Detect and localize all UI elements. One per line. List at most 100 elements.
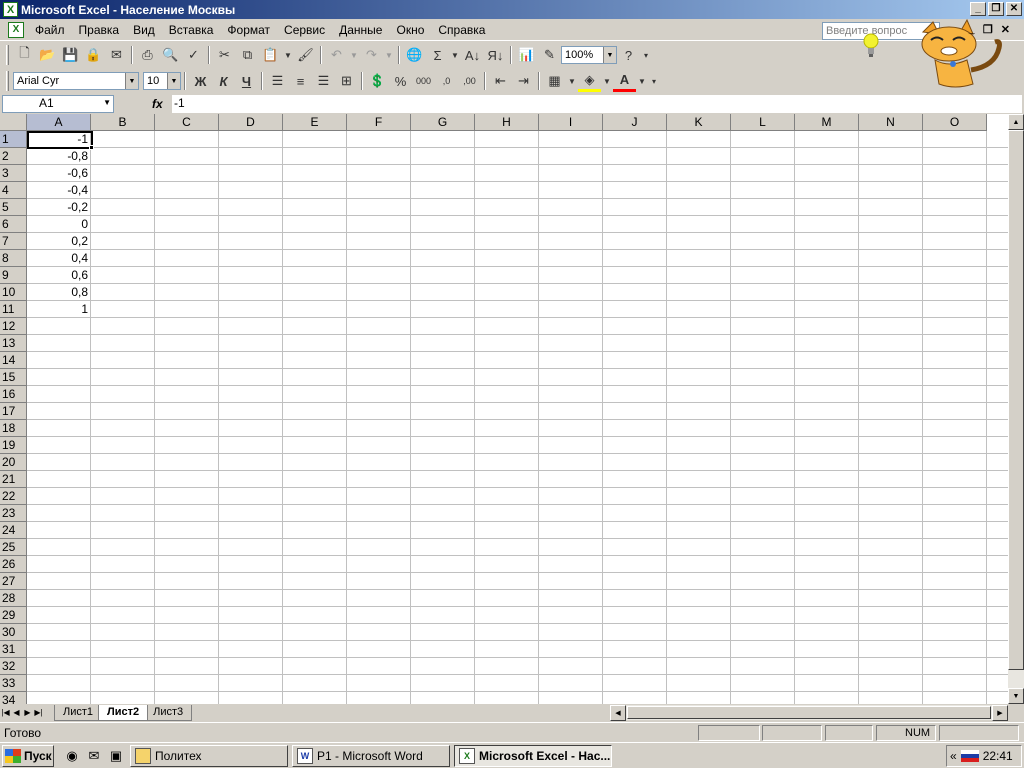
font-size-select[interactable]: 10 ▼ — [143, 72, 181, 90]
last-sheet-icon[interactable]: ▶| — [33, 708, 44, 717]
insert-function-icon[interactable]: fx — [152, 97, 172, 111]
doc-minimize-button[interactable]: _ — [969, 23, 975, 36]
align-right-icon[interactable]: ☰ — [312, 70, 335, 92]
menu-format[interactable]: Формат — [220, 20, 277, 40]
column-header[interactable]: L — [731, 114, 795, 131]
paste-icon[interactable]: 📋 — [259, 44, 282, 66]
row-header[interactable]: 13 — [0, 335, 27, 352]
row-header[interactable]: 34 — [0, 692, 27, 704]
fill-color-dropdown-icon[interactable]: ▼ — [601, 70, 613, 92]
row-header[interactable]: 20 — [0, 454, 27, 471]
borders-dropdown-icon[interactable]: ▼ — [566, 70, 578, 92]
taskbar-window-excel[interactable]: X Microsoft Excel - Нас... — [454, 744, 612, 767]
open-icon[interactable]: 📂 — [36, 44, 59, 66]
currency-icon[interactable]: 💲 — [366, 70, 389, 92]
zoom-select[interactable]: 100% ▼ — [561, 46, 617, 64]
row-header[interactable]: 17 — [0, 403, 27, 420]
row-header[interactable]: 27 — [0, 573, 27, 590]
align-left-icon[interactable]: ☰ — [266, 70, 289, 92]
new-icon[interactable]: 🗋 — [13, 44, 36, 66]
hyperlink-icon[interactable]: 🌐 — [403, 44, 426, 66]
cell-a7[interactable]: 0,2 — [28, 233, 91, 249]
taskbar-window-folder[interactable]: Политех — [130, 744, 288, 767]
italic-button[interactable]: К — [212, 70, 235, 92]
doc-close-button[interactable]: ✕ — [1001, 23, 1010, 36]
merge-center-icon[interactable]: ⊞ — [335, 70, 358, 92]
row-header[interactable]: 26 — [0, 556, 27, 573]
increase-indent-icon[interactable]: ⇥ — [512, 70, 535, 92]
menu-data[interactable]: Данные — [332, 20, 389, 40]
print-preview-icon[interactable]: 🔍 — [159, 44, 182, 66]
column-header[interactable]: D — [219, 114, 283, 131]
print-icon[interactable]: ⎙ — [136, 44, 159, 66]
row-header[interactable]: 25 — [0, 539, 27, 556]
menu-file[interactable]: Файл — [28, 20, 72, 40]
column-header[interactable]: F — [347, 114, 411, 131]
chart-wizard-icon[interactable]: 📊 — [515, 44, 538, 66]
autosum-icon[interactable]: Σ — [426, 44, 449, 66]
row-header[interactable]: 6 — [0, 216, 27, 233]
language-flag-icon[interactable] — [960, 750, 979, 762]
row-header[interactable]: 28 — [0, 590, 27, 607]
column-header[interactable]: N — [859, 114, 923, 131]
desktop-icon[interactable]: ▣ — [106, 746, 126, 766]
scroll-right-icon[interactable]: ▶ — [992, 705, 1008, 721]
row-header[interactable]: 32 — [0, 658, 27, 675]
row-header[interactable]: 33 — [0, 675, 27, 692]
prev-sheet-icon[interactable]: ◀ — [11, 708, 22, 717]
font-color-dropdown-icon[interactable]: ▼ — [636, 70, 648, 92]
cell-a11[interactable]: 1 — [28, 301, 91, 317]
cell-a3[interactable]: -0,6 — [28, 165, 91, 181]
workbook-icon[interactable]: X — [8, 21, 24, 38]
column-header[interactable]: K — [667, 114, 731, 131]
column-header[interactable]: A — [27, 114, 91, 131]
thousands-separator-button[interactable]: 000 — [412, 70, 435, 92]
decrease-decimal-button[interactable]: ,00 — [458, 70, 481, 92]
chevron-down-icon[interactable]: ▼ — [167, 73, 180, 89]
row-header[interactable]: 23 — [0, 505, 27, 522]
cell-a2[interactable]: -0,8 — [28, 148, 91, 164]
row-header[interactable]: 21 — [0, 471, 27, 488]
column-header[interactable]: M — [795, 114, 859, 131]
row-header[interactable]: 31 — [0, 641, 27, 658]
column-header[interactable]: J — [603, 114, 667, 131]
active-cell-border[interactable] — [27, 131, 93, 149]
browser-icon[interactable]: ◉ — [62, 746, 82, 766]
menu-help[interactable]: Справка — [431, 20, 492, 40]
formula-input[interactable]: -1 — [172, 95, 1022, 113]
autosum-dropdown-icon[interactable]: ▼ — [449, 44, 461, 66]
cell-a4[interactable]: -0,4 — [28, 182, 91, 198]
copy-icon[interactable]: ⧉ — [236, 44, 259, 66]
cell-a5[interactable]: -0,2 — [28, 199, 91, 215]
cell-a6[interactable]: 0 — [28, 216, 91, 232]
percent-button[interactable]: % — [389, 70, 412, 92]
underline-button[interactable]: Ч — [235, 70, 258, 92]
decrease-indent-icon[interactable]: ⇤ — [489, 70, 512, 92]
row-header[interactable]: 9 — [0, 267, 27, 284]
vertical-scrollbar[interactable]: ▲ ▼ — [1008, 114, 1024, 704]
column-header[interactable]: G — [411, 114, 475, 131]
row-header[interactable]: 11 — [0, 301, 27, 318]
vertical-scroll-thumb[interactable] — [1008, 130, 1024, 670]
bold-button[interactable]: Ж — [189, 70, 212, 92]
sort-ascending-icon[interactable]: A↓ — [461, 44, 484, 66]
toolbar-options-icon[interactable]: ▾ — [640, 44, 652, 66]
column-header[interactable]: B — [91, 114, 155, 131]
font-color-icon[interactable]: A — [613, 70, 636, 92]
borders-icon[interactable]: ▦ — [543, 70, 566, 92]
scroll-left-icon[interactable]: ◀ — [610, 705, 626, 721]
save-icon[interactable]: 💾 — [59, 44, 82, 66]
sheet-tab-1[interactable]: Лист1 — [54, 704, 103, 721]
select-all-corner[interactable] — [0, 114, 27, 131]
first-sheet-icon[interactable]: |◀ — [0, 708, 11, 717]
fill-color-icon[interactable]: ◈ — [578, 70, 601, 92]
column-header[interactable]: I — [539, 114, 603, 131]
redo-icon[interactable]: ↷ — [360, 44, 383, 66]
help-icon[interactable]: ? — [617, 44, 640, 66]
row-header[interactable]: 7 — [0, 233, 27, 250]
increase-decimal-button[interactable]: ,0 — [435, 70, 458, 92]
horizontal-scrollbar[interactable]: ◀ ▶ — [610, 705, 1008, 721]
scroll-down-icon[interactable]: ▼ — [1008, 688, 1024, 704]
cell-a9[interactable]: 0,6 — [28, 267, 91, 283]
fill-handle[interactable] — [89, 145, 94, 150]
